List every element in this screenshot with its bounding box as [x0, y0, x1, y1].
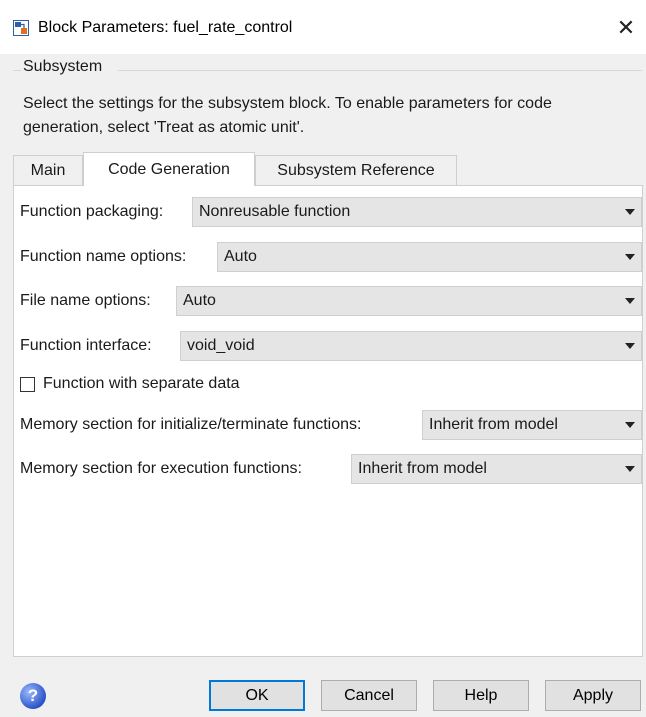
memory-execution-dropdown[interactable]: Inherit from model — [351, 454, 642, 484]
function-packaging-label: Function packaging: — [20, 203, 164, 220]
file-name-options-label: File name options: — [20, 292, 151, 309]
button-label: Help — [464, 686, 498, 704]
separate-data-checkbox[interactable] — [20, 377, 35, 392]
function-interface-label: Function interface: — [20, 337, 152, 354]
chevron-down-icon — [619, 466, 641, 472]
function-packaging-dropdown[interactable]: Nonreusable function — [192, 197, 642, 227]
dropdown-value: Nonreusable function — [199, 203, 351, 220]
tab-label: Main — [30, 161, 66, 179]
chevron-down-icon — [619, 422, 641, 428]
window-title: Block Parameters: fuel_rate_control — [38, 19, 293, 36]
tab-main[interactable]: Main — [13, 155, 83, 185]
group-label: Subsystem — [23, 58, 103, 75]
close-icon: ✕ — [616, 15, 636, 40]
tab-code-generation[interactable]: Code Generation — [83, 152, 255, 186]
group-divider-left — [13, 70, 21, 71]
memory-execution-label: Memory section for execution functions: — [20, 460, 302, 477]
chevron-down-icon — [619, 298, 641, 304]
dropdown-value: Auto — [224, 248, 257, 265]
tab-label: Subsystem Reference — [277, 161, 435, 179]
tab-label: Code Generation — [108, 160, 230, 178]
dropdown-value: Auto — [183, 292, 216, 309]
function-interface-dropdown[interactable]: void_void — [180, 331, 642, 361]
dropdown-value: Inherit from model — [429, 416, 558, 433]
function-name-options-dropdown[interactable]: Auto — [217, 242, 642, 272]
help-button[interactable]: Help — [433, 680, 529, 711]
group-description: Select the settings for the subsystem bl… — [23, 95, 552, 136]
function-name-options-label: Function name options: — [20, 248, 187, 265]
ok-button[interactable]: OK — [209, 680, 305, 711]
separate-data-label: Function with separate data — [43, 375, 240, 392]
dropdown-value: Inherit from model — [358, 460, 487, 477]
chevron-down-icon — [619, 209, 641, 215]
apply-button[interactable]: Apply — [545, 680, 641, 711]
button-label: Apply — [572, 686, 614, 704]
question-mark-glyph: ? — [27, 686, 39, 705]
code-generation-panel: Function packaging: Nonreusable function… — [13, 185, 643, 657]
button-label: Cancel — [344, 686, 394, 704]
chevron-down-icon — [619, 254, 641, 260]
memory-init-term-dropdown[interactable]: Inherit from model — [422, 410, 642, 440]
memory-init-term-label: Memory section for initialize/terminate … — [20, 416, 362, 433]
button-label: OK — [245, 686, 269, 704]
group-divider — [118, 70, 642, 71]
cancel-button[interactable]: Cancel — [321, 680, 417, 711]
dropdown-value: void_void — [187, 337, 255, 354]
title-bar: Block Parameters: fuel_rate_control ✕ — [0, 0, 646, 54]
file-name-options-dropdown[interactable]: Auto — [176, 286, 642, 316]
simulink-block-icon — [13, 20, 29, 36]
chevron-down-icon — [619, 343, 641, 349]
help-icon[interactable]: ? — [20, 683, 46, 709]
tab-bar: Main Code Generation Subsystem Reference — [13, 152, 643, 186]
close-button[interactable]: ✕ — [612, 14, 640, 42]
tab-subsystem-reference[interactable]: Subsystem Reference — [255, 155, 457, 185]
